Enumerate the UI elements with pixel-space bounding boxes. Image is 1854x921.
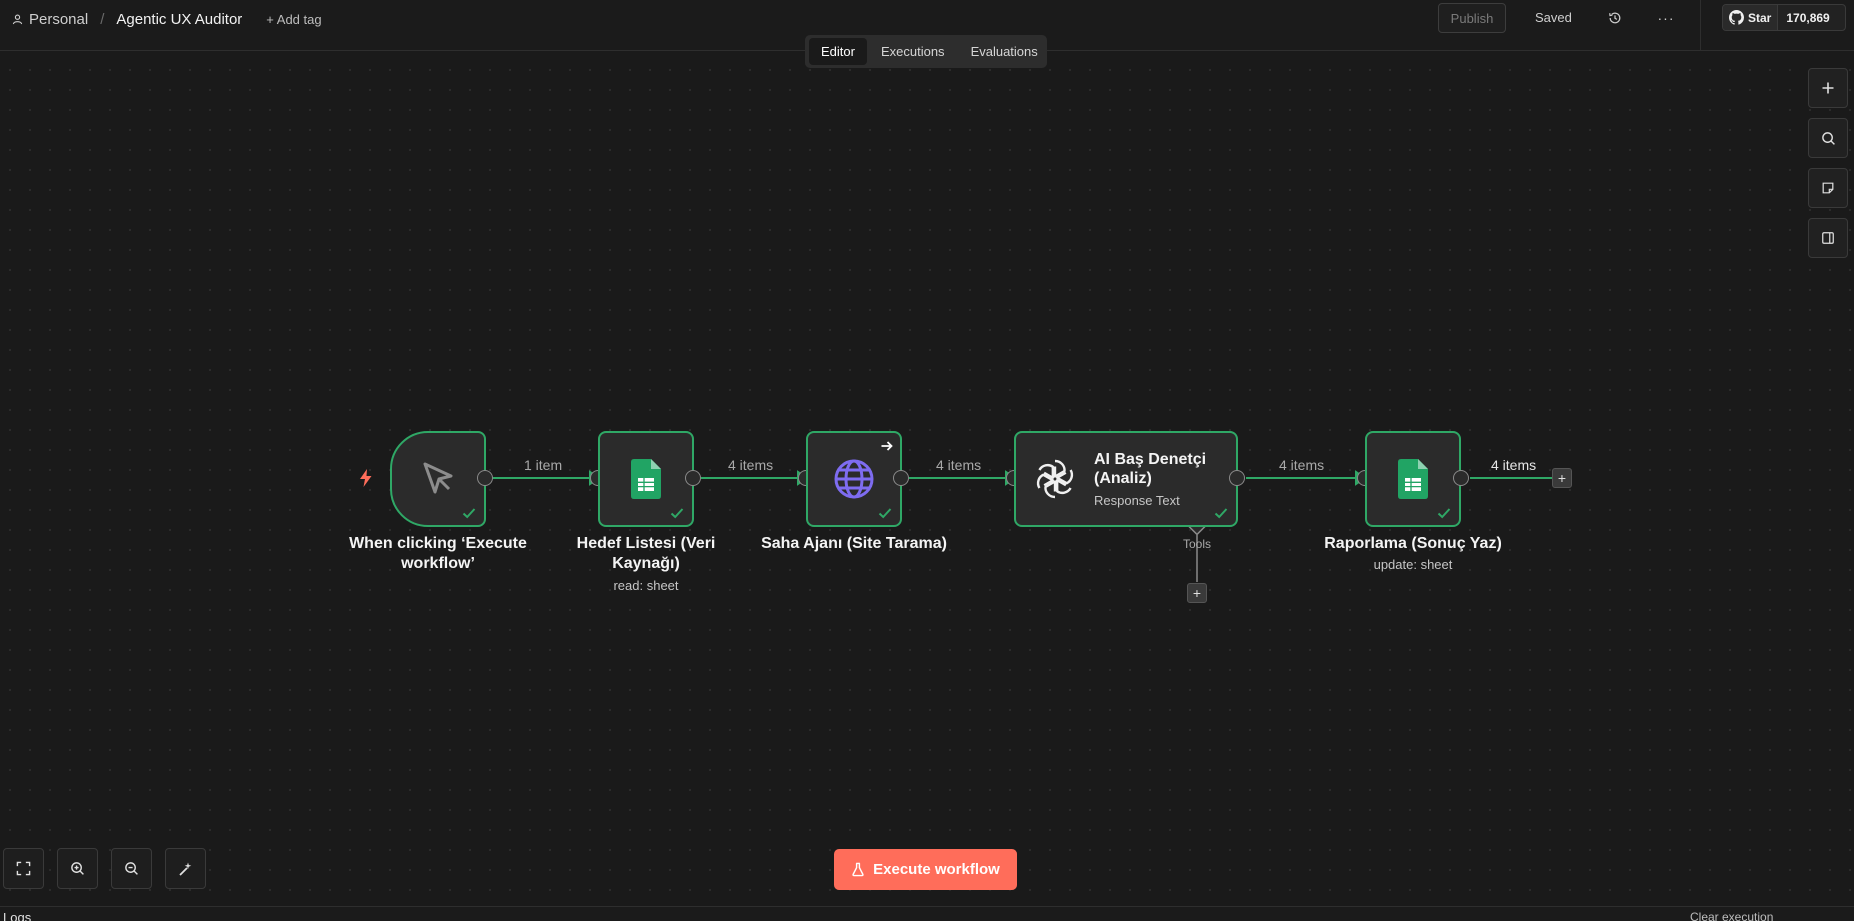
tools-label: Tools <box>1182 537 1211 551</box>
tab-evaluations[interactable]: Evaluations <box>959 38 1050 65</box>
logs-label: Logs <box>3 910 32 921</box>
output-handle[interactable] <box>1229 470 1245 486</box>
publish-button[interactable]: Publish <box>1438 3 1506 33</box>
execute-workflow-label: Execute workflow <box>873 861 1000 878</box>
edge-label-1: 1 item <box>524 457 563 473</box>
success-check-icon <box>462 508 476 519</box>
cursor-icon <box>423 462 453 494</box>
add-next-node-button[interactable]: + <box>1552 468 1572 488</box>
panel-toggle-icon <box>1822 232 1834 244</box>
project-link[interactable]: Personal <box>12 11 88 28</box>
arrow-right-icon <box>881 441 893 451</box>
output-handle[interactable] <box>477 470 493 486</box>
plus-icon <box>1822 82 1834 94</box>
ai-node-text: AI Baş Denetçi (Analiz) Response Text <box>1094 450 1234 508</box>
trigger-lightning-icon <box>360 469 372 487</box>
tab-executions[interactable]: Executions <box>869 38 957 65</box>
node-saha-ajani[interactable] <box>806 431 902 527</box>
github-star-button[interactable]: Star 170,869 <box>1722 4 1846 31</box>
zoom-in-button[interactable] <box>57 848 98 889</box>
clear-execution-label: Clear execution <box>1690 910 1774 921</box>
project-name: Personal <box>29 10 89 28</box>
breadcrumb: Personal / Agentic UX Auditor + Add tag <box>12 0 322 38</box>
search-nodes-button[interactable] <box>1808 118 1848 158</box>
success-check-icon <box>670 508 684 519</box>
edge-label-2: 4 items <box>728 457 774 473</box>
workflow-name[interactable]: Agentic UX Auditor <box>116 11 242 28</box>
node-ai-bas-denetci[interactable]: AI Baş Denetçi (Analiz) Response Text <box>1014 431 1238 527</box>
edge-label-4: 4 items <box>1279 457 1325 473</box>
success-check-icon <box>1437 508 1451 519</box>
google-sheets-icon <box>631 459 661 499</box>
node-label-ai: AI Baş Denetçi (Analiz) <box>1094 451 1207 487</box>
output-handle[interactable] <box>893 470 909 486</box>
more-options-button[interactable]: ··· <box>1656 8 1676 28</box>
add-sticky-note-button[interactable] <box>1808 168 1848 208</box>
zoom-out-button[interactable] <box>111 848 152 889</box>
google-sheets-icon <box>1398 459 1428 499</box>
success-check-icon <box>878 508 892 519</box>
node-hedef-listesi[interactable] <box>598 431 694 527</box>
history-icon <box>1609 12 1621 24</box>
globe-icon <box>834 459 874 499</box>
tab-editor[interactable]: Editor <box>809 38 867 65</box>
github-icon <box>1729 10 1744 25</box>
zoom-in-icon <box>71 862 84 875</box>
github-star-label: Star <box>1748 10 1772 25</box>
history-button[interactable] <box>1605 8 1625 28</box>
clear-execution-button[interactable]: Clear execution <box>1690 910 1773 921</box>
node-subtitle-rapor: update: sheet <box>1373 557 1453 572</box>
tidy-up-button[interactable] <box>165 848 206 889</box>
add-node-button[interactable] <box>1808 68 1848 108</box>
node-label-hedef: Hedef Listesi (Veri Kaynağı) <box>576 535 716 572</box>
toggle-panel-button[interactable] <box>1808 218 1848 258</box>
output-handle[interactable] <box>1453 470 1469 486</box>
user-icon <box>12 14 23 24</box>
flask-icon <box>852 862 864 877</box>
magic-wand-icon <box>178 862 191 876</box>
node-label-trigger: When clicking ‘Execute workflow’ <box>349 535 527 572</box>
execute-workflow-button[interactable]: Execute workflow <box>834 849 1017 890</box>
logs-panel-bar[interactable]: Logs Clear execution <box>0 906 1854 921</box>
breadcrumb-separator: / <box>100 10 105 28</box>
view-tabs: Editor Executions Evaluations <box>805 35 1047 68</box>
node-raporlama[interactable] <box>1365 431 1461 527</box>
output-handle[interactable] <box>685 470 701 486</box>
zoom-out-icon <box>125 862 138 875</box>
node-manual-trigger[interactable] <box>390 431 486 527</box>
node-label-saha: Saha Ajanı (Site Tarama) <box>761 535 947 552</box>
workflow-connections <box>493 470 1552 582</box>
add-tag-button[interactable]: + Add tag <box>266 12 321 27</box>
sticky-note-icon <box>1822 182 1834 194</box>
add-tool-button[interactable]: + <box>1187 583 1207 603</box>
success-check-icon <box>1214 508 1228 519</box>
github-star[interactable]: Star <box>1723 5 1779 30</box>
github-star-count: 170,869 <box>1786 10 1830 25</box>
edge-label-5: 4 items <box>1491 457 1537 473</box>
openai-icon <box>1036 459 1074 499</box>
fit-view-icon <box>16 861 31 876</box>
search-icon <box>1821 131 1835 145</box>
fit-view-button[interactable] <box>3 848 44 889</box>
edge-label-3: 4 items <box>936 457 982 473</box>
node-label-rapor: Raporlama (Sonuç Yaz) <box>1324 535 1502 552</box>
header-divider <box>1700 0 1701 51</box>
node-subtitle-hedef: read: sheet <box>613 578 679 593</box>
save-status: Saved <box>1535 10 1572 25</box>
